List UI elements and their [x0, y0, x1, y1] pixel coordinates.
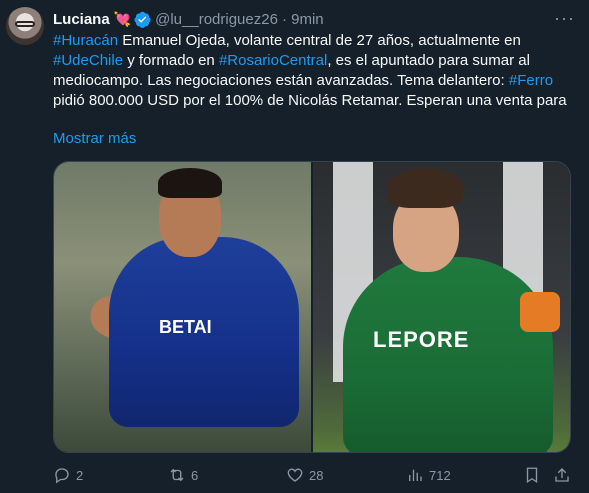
- hashtag-udechile[interactable]: #UdeChile: [53, 52, 123, 69]
- photo-player-right[interactable]: LEPORE: [313, 162, 570, 452]
- share-button[interactable]: [553, 466, 571, 484]
- views-count: 712: [429, 467, 451, 483]
- reply-count: 2: [76, 467, 84, 483]
- views-chart-icon: [409, 469, 422, 481]
- jersey-sponsor-left: BETAI: [159, 317, 212, 337]
- hashtag-ferro[interactable]: #Ferro: [509, 72, 553, 89]
- show-more-link[interactable]: Mostrar más: [53, 130, 136, 147]
- tweet-text: #Huracán Emanuel Ojeda, volante central …: [53, 31, 573, 111]
- tweet-text-part: Emanuel Ojeda, volante central de 27 año…: [118, 32, 521, 49]
- photo-player-left[interactable]: BETAI: [54, 162, 311, 452]
- player-hair: [158, 168, 222, 198]
- timestamp[interactable]: · 9min: [282, 11, 324, 28]
- like-count: 28: [309, 467, 324, 483]
- more-options-icon[interactable]: ···: [554, 8, 575, 29]
- bookmark-button[interactable]: [523, 466, 541, 484]
- reply-button[interactable]: 2: [53, 466, 83, 484]
- action-bar: 2 6 28 712: [53, 466, 573, 488]
- repost-icon: [170, 468, 184, 482]
- share-icon: [555, 468, 569, 482]
- hashtag-rosariocentral[interactable]: #RosarioCentral: [219, 52, 327, 69]
- player-hair: [387, 168, 463, 208]
- tweet-header: Luciana 💘 @lu__rodriguez26 · 9min: [53, 9, 324, 29]
- views-button[interactable]: 712: [406, 466, 451, 484]
- repost-count: 6: [191, 467, 199, 483]
- heart-emoji-icon: 💘: [113, 10, 132, 27]
- heart-icon: [287, 468, 303, 482]
- repost-button[interactable]: 6: [168, 466, 198, 484]
- jersey-sponsor-right: LEPORE: [373, 327, 470, 352]
- tweet-text-part: y formado en: [123, 52, 219, 69]
- verified-badge-icon: [134, 11, 151, 28]
- green-jersey: [343, 257, 553, 452]
- hashtag-huracan[interactable]: #Huracán: [53, 32, 118, 49]
- avatar-glasses: [15, 21, 35, 27]
- author-name[interactable]: Luciana: [53, 11, 110, 28]
- author-handle[interactable]: @lu__rodriguez26: [155, 11, 278, 28]
- tweet[interactable]: Luciana 💘 @lu__rodriguez26 · 9min ··· #H…: [0, 0, 589, 493]
- bookmark-icon: [526, 467, 538, 484]
- orange-sleeve: [520, 292, 560, 332]
- tweet-text-part: pidió 800.000 USD por el 100% de Nicolás…: [53, 92, 567, 109]
- like-button[interactable]: 28: [286, 466, 323, 484]
- media-grid: BETAI LEPORE: [53, 161, 571, 453]
- reply-icon: [55, 468, 69, 484]
- avatar[interactable]: [6, 7, 44, 45]
